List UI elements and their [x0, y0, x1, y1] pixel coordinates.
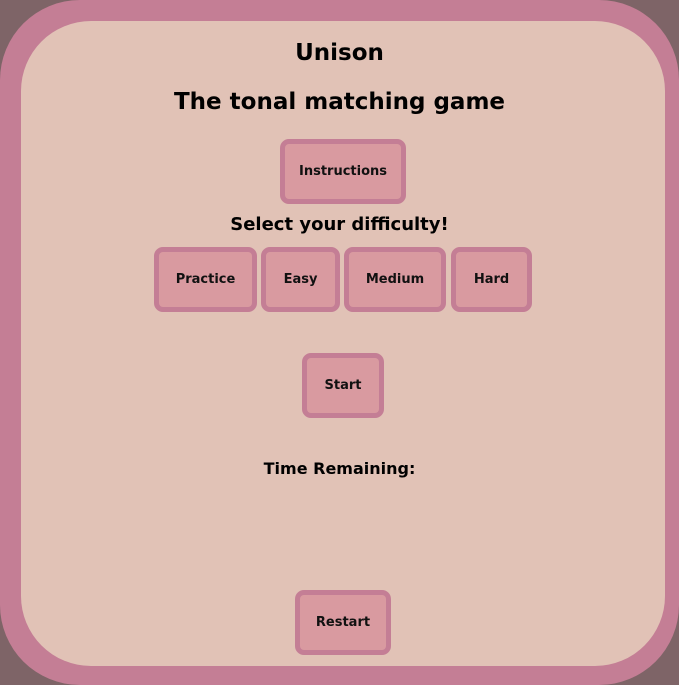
instructions-button[interactable]: Instructions	[280, 139, 406, 204]
medium-difficulty-button[interactable]: Medium	[344, 247, 446, 312]
app-title: Unison	[295, 40, 384, 66]
game-panel	[21, 21, 665, 666]
time-remaining-label: Time Remaining:	[263, 459, 416, 478]
practice-difficulty-button[interactable]: Practice	[154, 247, 257, 312]
hard-difficulty-button[interactable]: Hard	[451, 247, 532, 312]
easy-difficulty-button[interactable]: Easy	[261, 247, 340, 312]
restart-button[interactable]: Restart	[295, 590, 391, 655]
app-subtitle: The tonal matching game	[173, 89, 506, 115]
start-button[interactable]: Start	[302, 353, 384, 418]
difficulty-heading: Select your difficulty!	[230, 214, 449, 235]
